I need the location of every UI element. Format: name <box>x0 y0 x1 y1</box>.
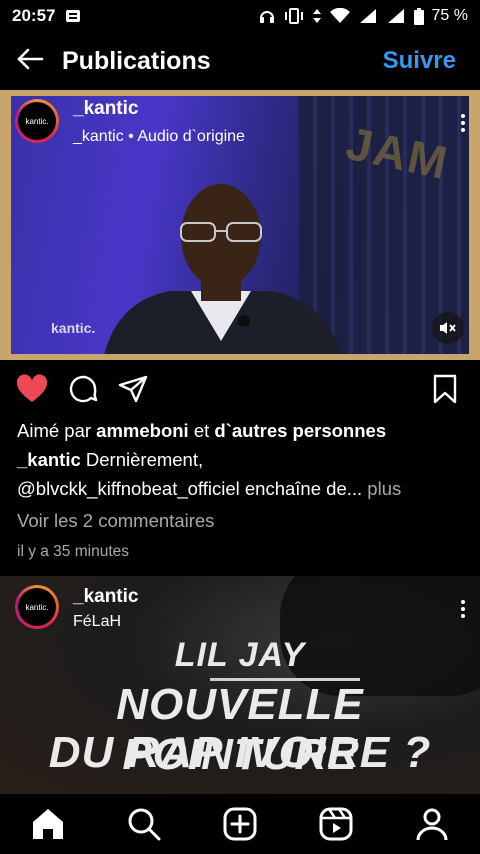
add-icon[interactable] <box>218 802 262 846</box>
avatar-label-2: kantic. <box>18 588 56 626</box>
post-subtitle-2[interactable]: FéLaH <box>73 613 121 631</box>
wifi-icon <box>329 8 350 24</box>
person-figure <box>104 184 342 354</box>
caption-rest: enchaîne de... <box>239 478 363 499</box>
post-video-2[interactable]: LIL JAY NOUVELLE POINTURE DU RAP IVOIRE … <box>0 576 480 794</box>
dot-separator: • <box>128 128 138 145</box>
liked-user[interactable]: ammeboni <box>96 420 189 441</box>
follow-button[interactable]: Suivre <box>383 47 456 75</box>
page-title: Publications <box>62 46 211 75</box>
caption-username[interactable]: _kantic <box>17 449 81 470</box>
post-username-2[interactable]: _kantic <box>73 586 138 608</box>
liked-mid: et <box>188 420 215 441</box>
status-bar: 20:57 75 % <box>0 0 480 32</box>
bookmark-icon[interactable] <box>432 374 458 409</box>
caption-text: Dernièrement, <box>80 449 204 470</box>
overlay-top-text: LIL JAY <box>174 636 306 674</box>
caption-mention[interactable]: @blvckk_kiffnobeat_officiel <box>17 478 240 499</box>
headphones-icon <box>258 7 276 25</box>
caption-more[interactable]: plus <box>362 478 401 499</box>
avatar[interactable]: kantic. <box>15 99 59 143</box>
post-username[interactable]: _kantic <box>73 98 138 120</box>
reels-icon[interactable] <box>314 802 358 846</box>
status-time: 20:57 <box>12 6 56 25</box>
more-options-icon-2[interactable] <box>460 600 466 621</box>
avatar-2[interactable]: kantic. <box>15 585 59 629</box>
overlay-line-2: DU RAP IVOIRE ? <box>48 728 432 777</box>
view-comments-link[interactable]: Voir les 2 commentaires <box>17 510 214 532</box>
post-subtitle[interactable]: _kantic • Audio d`origine <box>73 128 245 146</box>
post-audio: Audio d`origine <box>137 128 245 145</box>
comment-icon[interactable] <box>68 374 98 409</box>
liked-by[interactable]: Aimé par ammeboni et d`autres personnes <box>17 416 386 445</box>
post-actions <box>0 370 480 410</box>
data-arrows-icon <box>312 8 322 24</box>
bottom-nav <box>0 794 480 854</box>
home-icon[interactable] <box>26 802 70 846</box>
back-arrow-icon[interactable] <box>16 47 44 76</box>
signal-g-icon <box>386 8 406 24</box>
share-icon[interactable] <box>118 374 148 409</box>
mute-icon[interactable] <box>432 312 464 344</box>
header: Publications Suivre <box>0 32 480 90</box>
caption-line-1: _kantic Dernièrement, <box>17 445 203 474</box>
avatar-label: kantic. <box>18 102 56 140</box>
vibrate-icon <box>284 8 304 24</box>
post-subtitle-user: _kantic <box>73 128 124 145</box>
more-options-icon[interactable] <box>460 114 466 135</box>
liked-others[interactable]: d`autres personnes <box>214 420 386 441</box>
like-heart-icon[interactable] <box>16 374 48 409</box>
video-watermark: kantic. <box>51 320 96 336</box>
caption-line-2: @blvckk_kiffnobeat_officiel enchaîne de.… <box>17 474 401 503</box>
battery-icon <box>413 7 424 25</box>
post-timestamp: il y a 35 minutes <box>17 543 129 560</box>
search-icon[interactable] <box>122 802 166 846</box>
notification-icon <box>65 8 81 24</box>
post-video[interactable]: JAM kantic. kantic. _kantic _kantic • Au… <box>0 90 480 360</box>
battery-level: 75 % <box>431 7 468 24</box>
signal-3g-icon <box>358 8 378 24</box>
liked-prefix: Aimé par <box>17 420 97 441</box>
profile-icon[interactable] <box>410 802 454 846</box>
